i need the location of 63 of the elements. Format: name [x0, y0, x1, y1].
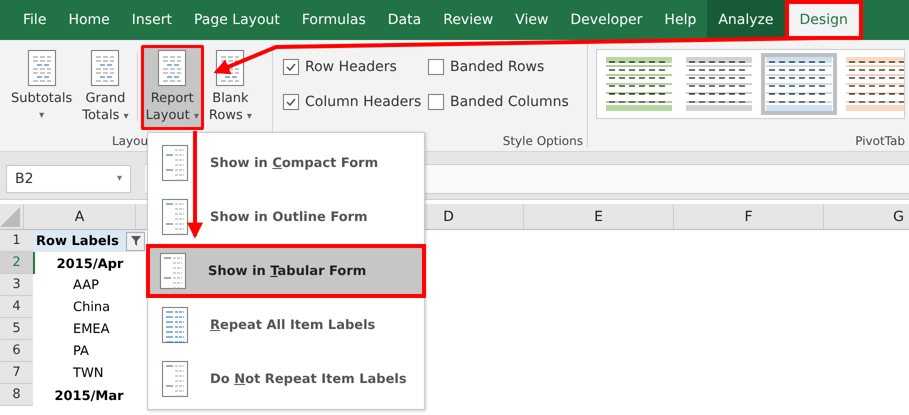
row-header[interactable]: 4 [0, 296, 33, 318]
ribbon-tab[interactable]: Insert [120, 0, 183, 40]
row-header[interactable]: 2 [0, 252, 33, 274]
table-cell-text: AAP [72, 278, 99, 292]
checkbox-box[interactable] [428, 94, 444, 110]
table-cell-text: PA [72, 344, 89, 358]
ribbon-tab[interactable]: Help [653, 0, 708, 40]
menu-item[interactable]: Show in Compact Form [148, 136, 424, 190]
table-cell: 2015/Apr [56, 257, 124, 272]
filter-button[interactable] [126, 232, 145, 250]
row-header[interactable]: 6 [0, 340, 33, 362]
ribbon-tab[interactable]: Data [376, 0, 432, 40]
column-header[interactable]: F [673, 204, 823, 229]
row-header[interactable]: 1 [0, 230, 33, 252]
ribbon-button[interactable]: Blank Rows ▾ [204, 45, 257, 130]
column-header[interactable]: E [523, 204, 673, 229]
layout-icon [91, 50, 120, 86]
menu-item[interactable]: Do Not Repeat Item Labels [148, 352, 424, 406]
table-cell-text: TWN [72, 366, 104, 380]
layout-icon [160, 253, 186, 289]
menu-item[interactable]: Repeat All Item Labels [148, 298, 424, 352]
checkbox[interactable]: Row Headers [283, 59, 428, 75]
checkbox[interactable]: Banded Rows [428, 59, 578, 75]
layout-icon [162, 145, 188, 181]
checkbox-box[interactable] [428, 59, 444, 75]
table-cell-text: China [72, 300, 110, 314]
ribbon-tab[interactable]: Page Layout [182, 0, 291, 40]
name-box[interactable]: B2 ▾ [6, 164, 131, 192]
layout-icon [162, 199, 188, 235]
row-header[interactable]: 3 [0, 274, 33, 296]
row-header[interactable]: 7 [0, 362, 33, 384]
row-header[interactable]: 5 [0, 318, 33, 340]
ribbon-tab[interactable]: File [12, 0, 58, 40]
ribbon-tab[interactable]: Developer [559, 0, 654, 40]
ribbon-button[interactable]: Report Layout ▾ [140, 45, 204, 130]
column-header[interactable]: A [23, 204, 135, 229]
filter-icon [130, 235, 142, 247]
layout-icon [162, 307, 188, 343]
ribbon-button[interactable]: Grand Totals ▾ [77, 45, 134, 130]
ribbon-tab[interactable]: View [504, 0, 560, 40]
column-header[interactable]: G [823, 204, 909, 229]
layout-icon [28, 50, 56, 86]
checkbox[interactable]: Column Headers [283, 94, 428, 110]
group-label: Layou [111, 134, 150, 148]
checkbox[interactable]: Banded Columns [428, 94, 578, 110]
group-label: PivotTab [854, 134, 905, 148]
group-label: Style Options [502, 134, 583, 148]
ribbon-tab[interactable]: Design [784, 0, 863, 40]
table-style-thumbnail[interactable] [761, 53, 837, 115]
checkbox-box[interactable] [283, 59, 299, 75]
table-cell: 2015/Mar [54, 389, 124, 404]
ribbon-button[interactable]: Subtotals ▾ [6, 45, 78, 129]
ribbon-tab[interactable]: Analyze [707, 0, 785, 40]
table-cell: Row Labels [36, 234, 119, 248]
row-header[interactable]: 8 [0, 384, 33, 406]
ribbon-tab[interactable]: Home [57, 0, 121, 40]
layout-icon [162, 361, 188, 397]
menu-item[interactable]: Show in Tabular Form [146, 244, 426, 298]
ribbon-tab[interactable]: Formulas [290, 0, 377, 40]
layout-icon [158, 50, 186, 86]
checkbox-box[interactable] [283, 94, 299, 110]
table-cell-text: EMEA [72, 322, 110, 336]
ribbon-tab[interactable]: Review [432, 0, 504, 40]
